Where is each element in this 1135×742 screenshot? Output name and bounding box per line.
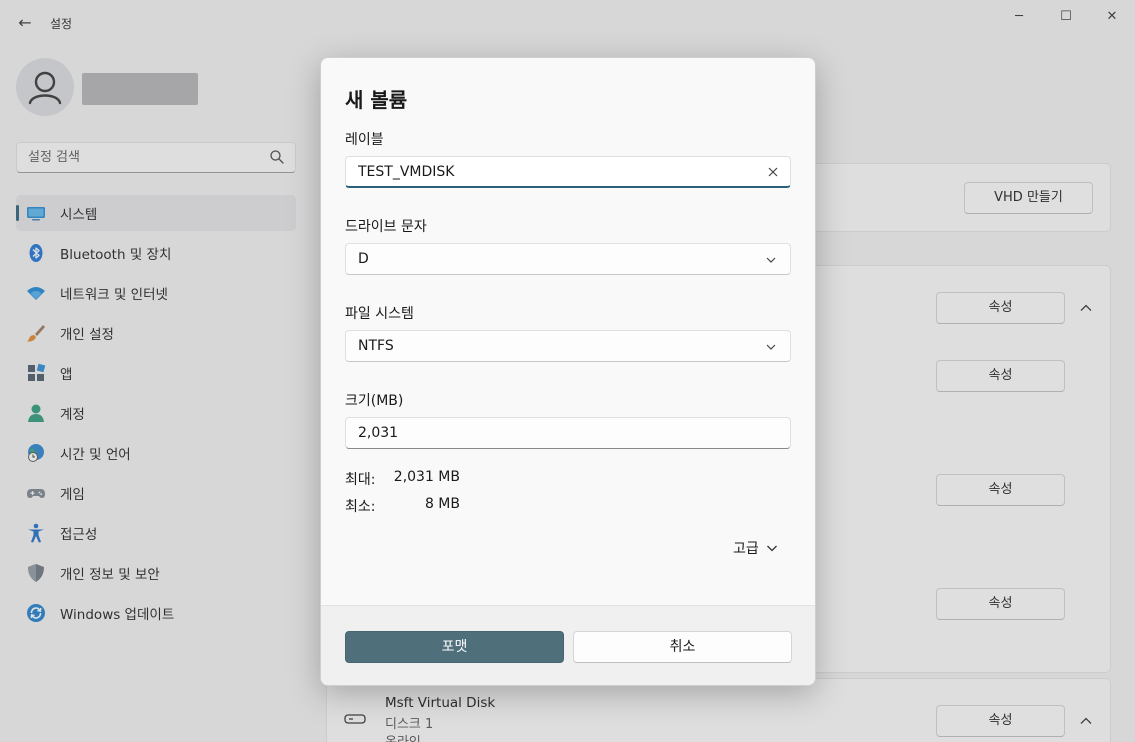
file-system-label: 파일 시스템	[345, 306, 414, 322]
size-input[interactable]	[346, 418, 746, 447]
chevron-down-icon	[766, 257, 776, 263]
drive-letter-label: 드라이브 문자	[345, 219, 427, 235]
file-system-dropdown[interactable]: NTFS	[345, 330, 791, 362]
max-size-value: 2,031 MB	[393, 469, 460, 485]
advanced-toggle[interactable]: 고급	[733, 538, 779, 558]
min-size-value: 8 MB	[424, 496, 460, 512]
file-system-value: NTFS	[358, 338, 394, 354]
dialog-title: 새 볼륨	[345, 88, 408, 112]
new-volume-dialog: 새 볼륨 레이블 드라이브 문자 D 파일 시스템 NTFS 크기(MB) 최대…	[320, 57, 816, 686]
size-field[interactable]	[345, 417, 791, 449]
chevron-down-icon	[766, 545, 777, 552]
drive-letter-value: D	[358, 251, 369, 267]
drive-letter-dropdown[interactable]: D	[345, 243, 791, 275]
dialog-footer: 포맷 취소	[321, 605, 815, 685]
cancel-button[interactable]: 취소	[573, 631, 792, 663]
size-label: 크기(MB)	[345, 393, 404, 409]
clear-icon[interactable]	[766, 165, 780, 179]
label-field[interactable]	[345, 156, 791, 188]
advanced-label: 고급	[733, 541, 759, 557]
label-field-label: 레이블	[345, 132, 384, 148]
label-input[interactable]	[346, 157, 746, 186]
format-button[interactable]: 포맷	[345, 631, 564, 663]
chevron-down-icon	[766, 344, 776, 350]
